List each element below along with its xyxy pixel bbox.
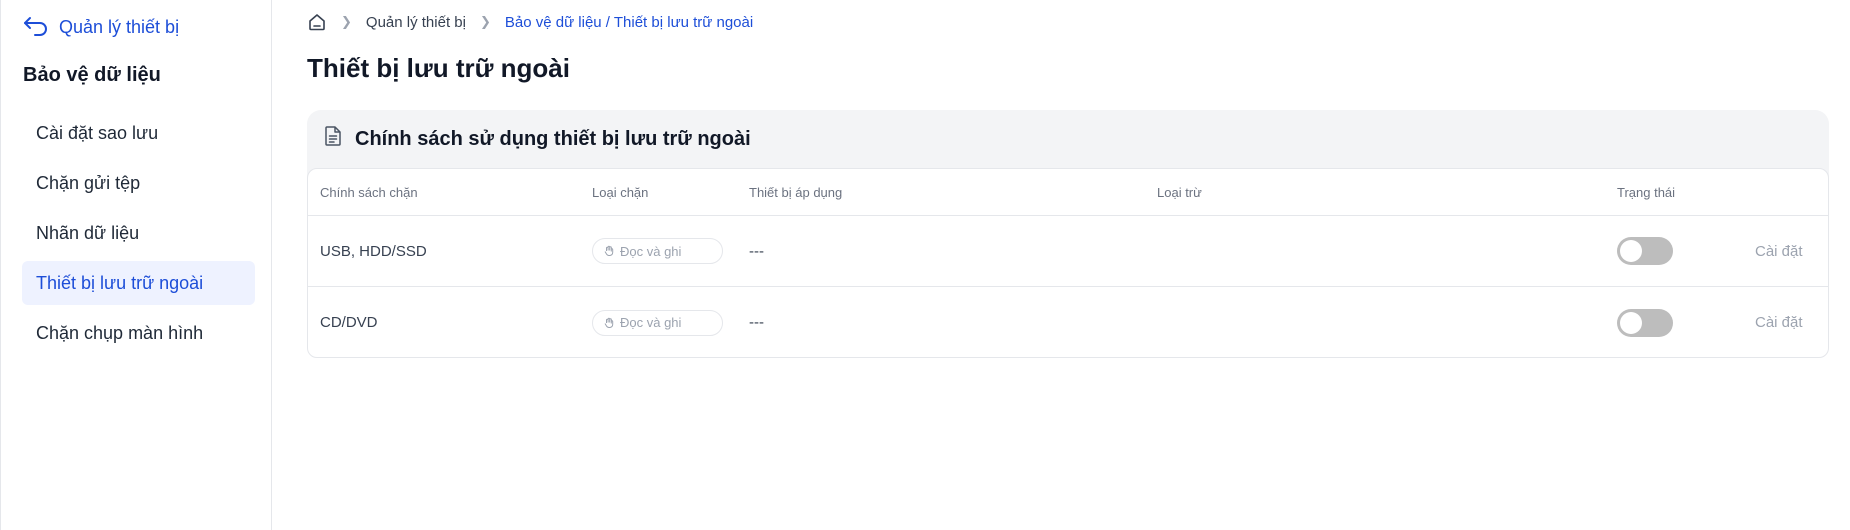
- back-link-label: Quản lý thiết bị: [59, 17, 180, 37]
- applied-devices: ---: [749, 242, 764, 260]
- app-root: Quản lý thiết bị Bảo vệ dữ liệu Cài đặt …: [0, 0, 1850, 530]
- setup-cell: Cài đặt: [1755, 287, 1803, 357]
- policy-name: USB, HDD/SSD: [320, 242, 427, 260]
- toggle-knob: [1620, 240, 1642, 262]
- status-toggle[interactable]: [1617, 308, 1673, 337]
- main-content: ❯ Quản lý thiết bị ❯ Bảo vệ dữ liệu / Th…: [272, 0, 1850, 530]
- table-row: USB, HDD/SSD Đọc và ghi --- Cài đặt: [308, 216, 1828, 287]
- sidebar-list: Cài đặt sao lưu Chặn gửi tệp Nhãn dữ liệ…: [22, 111, 255, 361]
- sidebar-item-backup-settings[interactable]: Cài đặt sao lưu: [22, 111, 255, 155]
- column-header-exclusions: Loại trừ: [1157, 184, 1202, 200]
- sidebar-item-block-screenshot[interactable]: Chặn chụp màn hình: [22, 311, 255, 355]
- sidebar-item-label: Thiết bị lưu trữ ngoài: [36, 272, 204, 293]
- hand-icon: [604, 317, 614, 328]
- block-type-cell: Đọc và ghi: [592, 287, 723, 357]
- chevron-right-icon: ❯: [341, 14, 352, 29]
- toggle-knob: [1620, 311, 1642, 334]
- column-header-devices: Thiết bị áp dụng: [749, 184, 843, 200]
- setup-button[interactable]: Cài đặt: [1755, 243, 1803, 260]
- table-header-row: Chính sách chặn Loại chặn Thiết bị áp dụ…: [308, 169, 1828, 216]
- setup-cell: Cài đặt: [1755, 216, 1803, 286]
- policy-card: Chính sách sử dụng thiết bị lưu trữ ngoà…: [307, 110, 1829, 358]
- sidebar-item-label: Nhãn dữ liệu: [36, 222, 140, 243]
- setup-button[interactable]: Cài đặt: [1755, 314, 1803, 331]
- policy-table: Chính sách chặn Loại chặn Thiết bị áp dụ…: [307, 168, 1829, 358]
- column-header-block-type: Loại chặn: [592, 184, 649, 200]
- sidebar-item-label: Chặn gửi tệp: [36, 172, 141, 193]
- sidebar-item-block-file-sending[interactable]: Chặn gửi tệp: [22, 161, 255, 205]
- back-link[interactable]: Quản lý thiết bị: [23, 14, 179, 41]
- block-type-label: Đọc và ghi: [620, 243, 682, 259]
- block-type-pill: Đọc và ghi: [592, 238, 723, 264]
- policy-card-title: Chính sách sử dụng thiết bị lưu trữ ngoà…: [355, 127, 751, 150]
- sidebar-item-label: Chặn chụp màn hình: [36, 322, 204, 343]
- sidebar-item-data-labels[interactable]: Nhãn dữ liệu: [22, 211, 255, 255]
- sidebar-item-label: Cài đặt sao lưu: [36, 122, 159, 143]
- block-type-cell: Đọc và ghi: [592, 216, 723, 286]
- policy-name: CD/DVD: [320, 314, 378, 331]
- home-icon[interactable]: [307, 12, 327, 32]
- document-icon: [323, 125, 343, 153]
- breadcrumb-current[interactable]: Bảo vệ dữ liệu / Thiết bị lưu trữ ngoài: [505, 14, 753, 31]
- hand-icon: [604, 245, 614, 256]
- status-cell: [1617, 287, 1673, 357]
- block-type-label: Đọc và ghi: [620, 315, 682, 330]
- status-cell: [1617, 216, 1673, 286]
- status-toggle[interactable]: [1617, 237, 1673, 265]
- sidebar: Quản lý thiết bị Bảo vệ dữ liệu Cài đặt …: [0, 0, 272, 530]
- column-header-policy: Chính sách chặn: [320, 184, 418, 200]
- sidebar-section-title: Bảo vệ dữ liệu: [23, 64, 161, 86]
- sidebar-item-external-storage[interactable]: Thiết bị lưu trữ ngoài: [22, 261, 255, 305]
- breadcrumb: ❯ Quản lý thiết bị ❯ Bảo vệ dữ liệu / Th…: [307, 10, 753, 34]
- table-row: CD/DVD Đọc và ghi --- Cài đặt: [308, 287, 1828, 357]
- breadcrumb-device-management[interactable]: Quản lý thiết bị: [366, 14, 466, 31]
- chevron-right-icon: ❯: [479, 14, 491, 29]
- page-title: Thiết bị lưu trữ ngoài: [307, 53, 570, 83]
- block-type-pill: Đọc và ghi: [592, 309, 723, 336]
- policy-card-header: Chính sách sử dụng thiết bị lưu trữ ngoà…: [307, 110, 1829, 168]
- back-arrow-icon: [23, 14, 49, 41]
- column-header-status: Trạng thái: [1617, 184, 1676, 200]
- applied-devices: ---: [749, 314, 764, 331]
